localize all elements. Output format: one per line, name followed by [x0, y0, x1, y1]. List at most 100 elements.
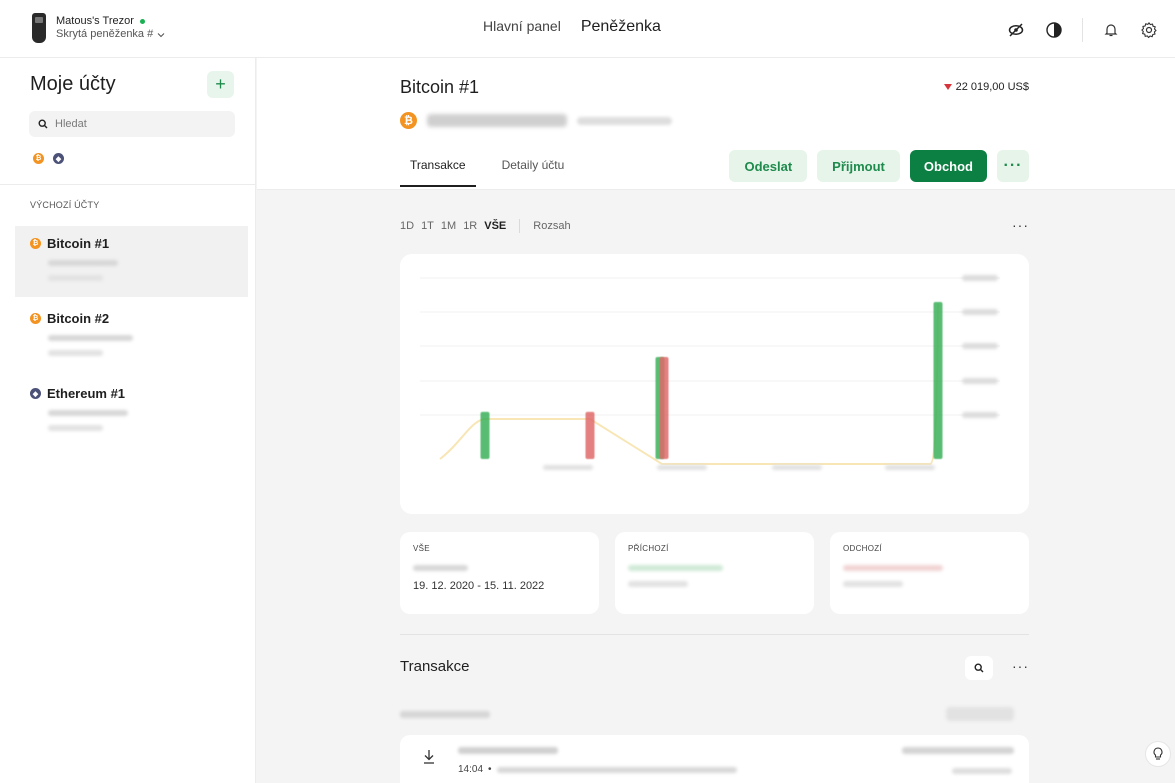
tx-separator: •	[488, 764, 492, 775]
bitcoin-icon: ₿	[30, 313, 41, 324]
range-1w[interactable]: 1T	[421, 220, 434, 232]
chart-tick-label-hidden	[962, 412, 998, 418]
hidden-crypto-balance	[427, 114, 567, 127]
receive-button[interactable]: Přijmout	[817, 150, 900, 182]
price-change: 22 019,00 US$	[943, 81, 1029, 93]
bitcoin-icon: ₿	[30, 238, 41, 249]
main-nav: Hlavní panel Peněženka	[483, 18, 661, 36]
connected-status-dot	[139, 19, 145, 24]
chart-balance-line	[439, 303, 939, 465]
hidden-fiat-balance	[48, 425, 103, 431]
hidden-day-total	[946, 707, 1014, 721]
time-range-selector: 1D 1T 1M 1R VŠE Rozsah	[400, 219, 571, 233]
tab-transactions[interactable]: Transakce	[400, 151, 476, 187]
stat-label: ODCHOZÍ	[843, 544, 882, 553]
tx-meta: 14:04 •	[458, 764, 737, 775]
account-name: Ethereum #1	[47, 386, 126, 401]
divider	[400, 634, 1029, 635]
hide-balances-icon[interactable]	[1006, 20, 1026, 40]
add-account-button[interactable]: +	[207, 71, 234, 98]
accounts-sidebar: Moje účty + ₿ ◆ VÝCHOZÍ ÚČTY ₿ Bitcoin #…	[0, 58, 256, 783]
hidden-tx-count	[413, 565, 468, 571]
chart-x-tick-label-hidden	[885, 465, 935, 470]
hidden-date-heading	[400, 711, 490, 718]
chart-x-tick-label-hidden	[543, 465, 593, 470]
chart-tick-label-hidden	[962, 275, 998, 281]
account-title: Bitcoin #1	[400, 77, 480, 97]
stat-card-all: VŠE 19. 12. 2020 - 15. 11. 2022	[400, 532, 599, 614]
range-1m[interactable]: 1M	[441, 220, 456, 232]
hidden-balance	[48, 260, 118, 266]
chart-tick-label-hidden	[962, 378, 998, 384]
stat-label: PŘÍCHOZÍ	[628, 544, 669, 553]
price-value: 22 019,00 US$	[955, 81, 1029, 93]
sidebar-title: Moje účty	[30, 73, 116, 95]
wallet-name: Skrytá peněženka #	[56, 28, 154, 40]
divider	[1082, 18, 1083, 42]
tx-time: 14:04	[458, 764, 484, 775]
account-balance: ₿	[400, 112, 672, 129]
more-actions-button[interactable]: ···	[997, 150, 1029, 182]
chart-tick-label-hidden	[962, 343, 998, 349]
range-1y[interactable]: 1R	[463, 220, 477, 232]
notifications-bell-icon[interactable]	[1101, 20, 1121, 40]
hidden-tx-label	[458, 747, 558, 754]
bitcoin-icon: ₿	[400, 112, 417, 129]
bitcoin-filter-icon[interactable]: ₿	[33, 153, 44, 164]
chart-bar	[659, 356, 669, 459]
device-name: Matous's Trezor	[56, 15, 134, 27]
balance-chart	[400, 254, 1029, 514]
account-item-ethereum-1[interactable]: ◆ Ethereum #1	[15, 376, 248, 447]
nav-dashboard[interactable]: Hlavní panel	[483, 18, 561, 34]
hidden-tx-amount	[902, 747, 1014, 754]
price-down-arrow-icon	[943, 84, 952, 90]
search-icon	[38, 119, 48, 129]
device-info: Matous's Trezor Skrytá peněženka #	[56, 15, 165, 41]
chart-bar	[933, 302, 943, 459]
chart-tick-label-hidden	[962, 309, 998, 315]
hidden-tx-address	[496, 766, 737, 773]
search-input[interactable]	[55, 118, 225, 130]
device-switcher[interactable]: Matous's Trezor Skrytá peněženka #	[32, 13, 165, 43]
chart-bar	[480, 411, 490, 459]
ethereum-filter-icon[interactable]: ◆	[53, 153, 64, 164]
stat-card-outgoing: ODCHOZÍ	[830, 532, 1029, 614]
account-item-bitcoin-1[interactable]: ₿ Bitcoin #1	[15, 226, 248, 297]
range-1d[interactable]: 1D	[400, 220, 414, 232]
search-icon	[974, 663, 984, 673]
trezor-device-icon	[32, 13, 46, 43]
hidden-tx-fiat	[952, 768, 1012, 774]
account-tabs: Transakce Detaily účtu	[400, 151, 568, 187]
section-label-default-accounts: VÝCHOZÍ ÚČTY	[30, 200, 100, 210]
chevron-down-icon	[157, 32, 165, 37]
ethereum-icon: ◆	[30, 388, 41, 399]
account-header: Bitcoin #1 22 019,00 US$ ₿ Transakce Det…	[257, 58, 1175, 190]
chart-more-button[interactable]: ···	[1012, 217, 1029, 233]
account-item-bitcoin-2[interactable]: ₿ Bitcoin #2	[15, 301, 248, 372]
hidden-incoming-amount	[628, 565, 723, 571]
trade-button[interactable]: Obchod	[909, 150, 987, 182]
transactions-more-button[interactable]: ···	[1012, 658, 1029, 674]
transactions-title: Transakce	[400, 658, 470, 675]
transaction-search-button[interactable]	[965, 656, 993, 680]
stat-card-incoming: PŘÍCHOZÍ	[615, 532, 814, 614]
help-lightbulb-icon[interactable]	[1145, 741, 1171, 767]
tab-account-details[interactable]: Detaily účtu	[498, 151, 569, 187]
coin-filter: ₿ ◆	[33, 153, 64, 164]
account-actions: Odeslat Přijmout Obchod ···	[729, 150, 1029, 182]
account-name: Bitcoin #2	[47, 311, 110, 326]
theme-toggle-icon[interactable]	[1044, 20, 1064, 40]
settings-gear-icon[interactable]	[1139, 20, 1159, 40]
range-all[interactable]: VŠE	[484, 220, 506, 232]
chart-x-tick-label-hidden	[772, 465, 822, 470]
chart-x-tick-label-hidden	[657, 465, 707, 470]
chart-bar	[585, 411, 595, 459]
hidden-balance	[48, 410, 128, 416]
range-custom[interactable]: Rozsah	[533, 220, 570, 232]
chart-svg	[420, 275, 1000, 470]
send-button[interactable]: Odeslat	[729, 150, 808, 182]
receive-arrow-icon	[422, 749, 436, 770]
transaction-row[interactable]: 14:04 •	[400, 735, 1029, 783]
nav-wallet[interactable]: Peněženka	[581, 18, 661, 36]
top-bar: Matous's Trezor Skrytá peněženka # Hlavn…	[0, 0, 1175, 58]
